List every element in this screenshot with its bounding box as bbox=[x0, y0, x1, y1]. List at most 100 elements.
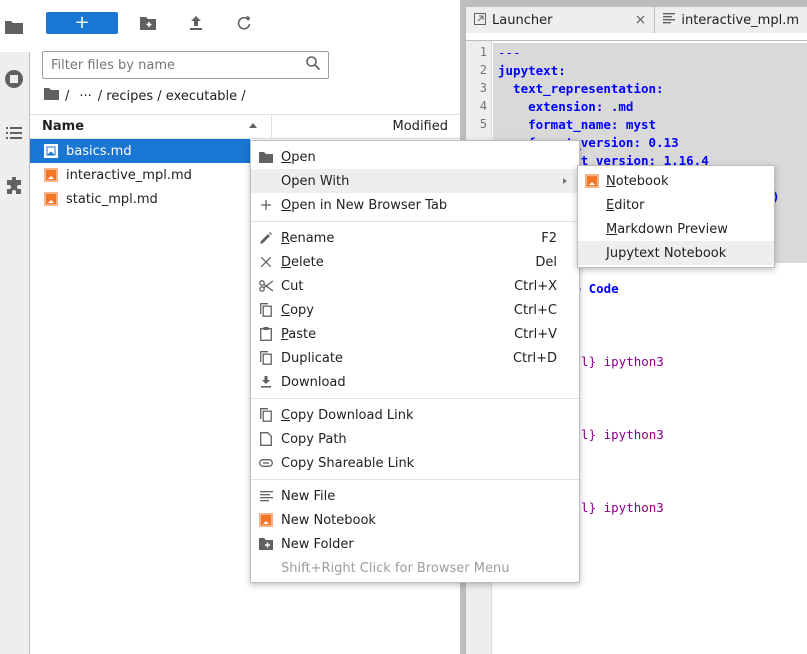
notebook-icon bbox=[44, 168, 58, 182]
folder-icon[interactable] bbox=[4, 17, 24, 37]
menu-item-label: Copy Shareable Link bbox=[281, 455, 415, 471]
file-browser-toolbar: + bbox=[46, 12, 254, 34]
menu-item-copy-path[interactable]: Copy Path bbox=[251, 427, 579, 451]
close-icon[interactable]: × bbox=[635, 12, 647, 28]
label-rest: aste bbox=[288, 326, 317, 342]
plus-icon: + bbox=[74, 12, 90, 33]
text-file-icon bbox=[251, 490, 281, 502]
file-row[interactable]: basics.md bbox=[30, 139, 250, 163]
shortcut: F2 bbox=[541, 230, 557, 246]
submenu-item-markdown-preview[interactable]: Markdown Preview bbox=[578, 217, 774, 241]
submenu-arrow-icon bbox=[563, 178, 567, 184]
filter-files-input[interactable] bbox=[51, 57, 306, 73]
menu-item-label: Jupytext Notebook bbox=[606, 246, 774, 261]
tab-launcher[interactable]: Launcher × bbox=[466, 7, 656, 33]
menu-item-delete[interactable]: Delete Del bbox=[251, 250, 579, 274]
notebook-icon bbox=[251, 513, 281, 527]
file-icon bbox=[251, 432, 281, 446]
upload-icon[interactable] bbox=[186, 13, 206, 33]
menu-separator bbox=[251, 479, 579, 480]
menu-item-paste[interactable]: Paste Ctrl+V bbox=[251, 322, 579, 346]
menu-item-label: Shift+Right Click for Browser Menu bbox=[281, 560, 510, 576]
menu-item-label: Duplicate bbox=[281, 350, 343, 366]
label-rest: pen in New Browser Tab bbox=[291, 197, 448, 213]
filter-files-box bbox=[42, 51, 329, 79]
new-folder-icon bbox=[251, 538, 281, 550]
tab-label: interactive_mpl.m bbox=[681, 12, 799, 28]
jupyterlab-window: + / ··· / recipes / executable / bbox=[0, 0, 807, 654]
menu-item-download[interactable]: Download bbox=[251, 370, 579, 394]
shortcut: Del bbox=[535, 254, 557, 270]
label-rest: elete bbox=[291, 254, 324, 270]
tab-strip bbox=[466, 33, 807, 41]
code-line: --- bbox=[498, 45, 521, 60]
menu-item-open-with[interactable]: Open With bbox=[251, 169, 579, 193]
menu-item-new-notebook[interactable]: New Notebook bbox=[251, 508, 579, 532]
stop-circle-icon[interactable] bbox=[4, 69, 24, 89]
menu-separator bbox=[251, 398, 579, 399]
text-file-icon bbox=[663, 13, 676, 27]
mnemonic: C bbox=[281, 407, 291, 423]
menu-item-label: Editor bbox=[606, 198, 774, 213]
mnemonic: M bbox=[606, 221, 618, 237]
line-number: 1 bbox=[479, 45, 487, 59]
label-rest: ename bbox=[289, 230, 335, 246]
tab-interactive-mpl[interactable]: interactive_mpl.m bbox=[655, 7, 807, 33]
home-folder-icon[interactable] bbox=[44, 88, 59, 104]
sort-ascending-icon bbox=[249, 123, 257, 128]
refresh-icon[interactable] bbox=[234, 13, 254, 33]
breadcrumb-ellipsis[interactable]: ··· bbox=[79, 89, 91, 104]
menu-item-label: Copy Download Link bbox=[281, 408, 579, 423]
label-rest: otebook bbox=[615, 173, 669, 189]
new-launcher-button[interactable]: + bbox=[46, 12, 118, 34]
tab-label: Launcher bbox=[492, 12, 553, 28]
menu-item-duplicate[interactable]: Duplicate Ctrl+D bbox=[251, 346, 579, 370]
code-line: text_representation: bbox=[498, 81, 664, 96]
column-header-modified[interactable]: Modified bbox=[272, 119, 460, 134]
code-line: jupytext: bbox=[498, 63, 566, 78]
menu-item-label: Markdown Preview bbox=[606, 222, 774, 237]
menu-item-cut[interactable]: Cut Ctrl+X bbox=[251, 274, 579, 298]
menu-item-browser-menu-hint: Shift+Right Click for Browser Menu bbox=[251, 556, 579, 580]
breadcrumb: / ··· / recipes / executable / bbox=[44, 87, 250, 105]
menu-item-copy-download-link[interactable]: Copy Download Link bbox=[251, 403, 579, 427]
open-with-submenu: Notebook Editor Markdown Preview Jupytex… bbox=[577, 165, 775, 268]
menu-item-copy-shareable-link[interactable]: Copy Shareable Link bbox=[251, 451, 579, 475]
new-folder-icon[interactable] bbox=[138, 13, 158, 33]
close-icon bbox=[251, 257, 281, 267]
menu-item-label: Delete bbox=[281, 255, 535, 270]
menu-item-new-file[interactable]: New File bbox=[251, 484, 579, 508]
menu-item-copy[interactable]: Copy Ctrl+C bbox=[251, 298, 579, 322]
menu-item-open[interactable]: Open bbox=[251, 145, 579, 169]
list-icon[interactable] bbox=[4, 123, 24, 143]
menu-item-label: Cut bbox=[281, 278, 304, 294]
file-name: interactive_mpl.md bbox=[66, 167, 192, 183]
notebook-icon bbox=[578, 174, 606, 188]
search-icon[interactable] bbox=[306, 56, 321, 74]
shortcut: Ctrl+D bbox=[512, 350, 557, 366]
notebook-icon bbox=[44, 144, 58, 158]
line-number: 2 bbox=[479, 63, 487, 77]
line-number: 5 bbox=[479, 117, 487, 131]
file-name: static_mpl.md bbox=[66, 191, 158, 207]
line-number: 4 bbox=[479, 99, 487, 113]
puzzle-icon[interactable] bbox=[4, 176, 24, 196]
notebook-icon bbox=[44, 192, 58, 206]
column-header-name[interactable]: Name bbox=[30, 115, 272, 138]
label-rest: upytext Notebook bbox=[609, 245, 727, 261]
breadcrumb-root[interactable]: / bbox=[65, 89, 69, 104]
menu-item-new-folder[interactable]: New Folder bbox=[251, 532, 579, 556]
file-name: basics.md bbox=[66, 143, 132, 159]
submenu-item-jupytext-notebook[interactable]: Jupytext Notebook bbox=[578, 241, 774, 265]
label-rest: arkdown Preview bbox=[617, 221, 728, 237]
label-rest: pen bbox=[291, 149, 316, 165]
tab-bar: Launcher × interactive_mpl.m bbox=[466, 7, 807, 33]
breadcrumb-path[interactable]: / recipes / executable / bbox=[98, 89, 246, 104]
submenu-item-editor[interactable]: Editor bbox=[578, 193, 774, 217]
mnemonic: O bbox=[281, 149, 292, 165]
plus-icon bbox=[251, 200, 281, 210]
menu-item-rename[interactable]: Rename F2 bbox=[251, 226, 579, 250]
menu-item-open-new-tab[interactable]: Open in New Browser Tab bbox=[251, 193, 579, 217]
submenu-item-notebook[interactable]: Notebook bbox=[578, 169, 774, 193]
menu-item-label: Notebook bbox=[606, 174, 774, 189]
